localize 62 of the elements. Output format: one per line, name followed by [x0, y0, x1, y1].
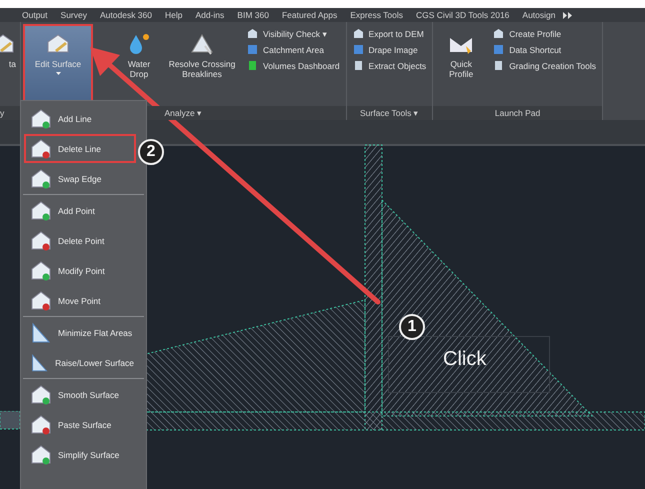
surface-tool-icon: [30, 108, 52, 130]
ribbon-small-button[interactable]: Volumes Dashboard: [247, 60, 340, 71]
tool-icon: [189, 32, 215, 56]
menu-item[interactable]: Smooth Surface: [24, 380, 136, 409]
tool-icon: [493, 28, 504, 39]
ribbon-large-button[interactable]: Quick Profile: [435, 24, 488, 106]
surface-tool-icon: [30, 444, 52, 466]
menu-item[interactable]: Delete Point: [24, 226, 136, 255]
ribbon-small-button[interactable]: Export to DEM: [352, 28, 426, 39]
ribbon-tab[interactable]: BIM 360: [237, 10, 269, 20]
surface-tool-icon: [30, 384, 52, 406]
ribbon-tab[interactable]: Survey: [60, 10, 87, 20]
menu-item[interactable]: Swap Edge: [24, 164, 136, 193]
surface-tool-icon: [30, 352, 50, 374]
tool-icon: [352, 44, 364, 55]
ribbon-large-button[interactable]: ta: [0, 24, 18, 106]
surface-tool-icon: [30, 230, 52, 252]
ribbon-large-button[interactable]: Resolve Crossing Breaklines: [163, 24, 241, 106]
surface-tool-icon: [30, 290, 52, 312]
ribbon-tab[interactable]: Autodesk 360: [100, 10, 152, 20]
panel-label[interactable]: Surface Tools ▾: [346, 106, 432, 120]
surface-tool-icon: [30, 260, 52, 282]
menu-item[interactable]: Move Point: [24, 286, 136, 315]
ribbon-tab[interactable]: Add-ins: [195, 10, 224, 20]
ribbon-tab[interactable]: Help: [164, 10, 182, 20]
menu-item[interactable]: Simplify Surface: [24, 440, 136, 469]
menu-item[interactable]: Raise/Lower Surface: [24, 348, 136, 377]
click-label: Click: [443, 348, 486, 371]
ribbon-large-button[interactable]: Water Drop: [117, 24, 161, 106]
ribbon-small-button[interactable]: Drape Image: [352, 44, 426, 55]
ribbon-tab[interactable]: Featured Apps: [282, 10, 338, 20]
surface-tool-icon: [30, 200, 52, 222]
panel-label[interactable]: Launch Pad: [433, 106, 602, 120]
ribbon-small-button[interactable]: Data Shortcut: [493, 44, 596, 55]
tool-icon: [352, 60, 364, 71]
menu-item[interactable]: Modify Point: [24, 256, 136, 285]
overflow-icon[interactable]: [562, 12, 572, 18]
ribbon-small-button[interactable]: Catchment Area: [247, 44, 340, 55]
ribbon-tab[interactable]: CGS Civil 3D Tools 2016: [416, 10, 510, 20]
tool-icon: [247, 28, 258, 39]
tool-icon: [247, 44, 258, 55]
panel-label[interactable]: y: [0, 106, 20, 120]
surface-tool-icon: [30, 138, 52, 160]
ribbon-tab[interactable]: Autosign: [522, 10, 556, 20]
ribbon-small-button[interactable]: Create Profile: [493, 28, 596, 39]
tool-icon: [493, 60, 504, 71]
menu-item[interactable]: Add Point: [24, 196, 136, 225]
surface-tool-icon: [30, 322, 52, 344]
mesh-edge-drawing: [0, 411, 20, 431]
ribbon-small-button[interactable]: Grading Creation Tools: [493, 60, 596, 71]
surface-tool-icon: [30, 414, 52, 436]
ribbon-small-button[interactable]: Extract Objects: [352, 60, 426, 71]
ribbon-tab[interactable]: Express Tools: [350, 10, 404, 20]
tool-icon: [352, 28, 364, 39]
tool-icon: [493, 44, 504, 55]
menu-item[interactable]: Minimize Flat Areas: [24, 318, 136, 347]
menu-item[interactable]: Paste Surface: [24, 410, 136, 439]
ribbon-small-button[interactable]: Visibility Check ▾: [247, 28, 340, 39]
menu-item[interactable]: Delete Line: [24, 134, 136, 163]
surface-tool-icon: [30, 168, 52, 190]
tool-icon: [247, 60, 258, 71]
ribbon-tab[interactable]: Output: [22, 10, 48, 20]
